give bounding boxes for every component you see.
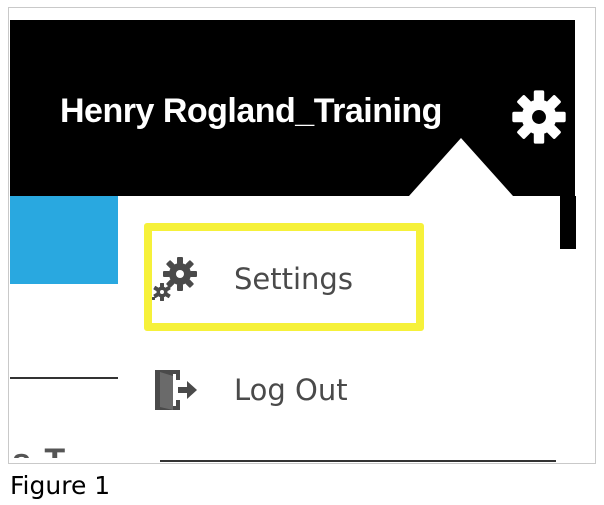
divider (10, 377, 118, 379)
dropdown-caret (409, 138, 513, 196)
figure-caption: Figure 1 (10, 471, 111, 500)
header-edge (560, 196, 576, 249)
logout-icon (150, 365, 200, 415)
account-settings-button[interactable] (510, 88, 568, 146)
sidebar-active-tab[interactable] (10, 196, 118, 284)
partial-sidebar-text: s T (12, 446, 122, 458)
menu-item-logout[interactable]: Log Out (130, 349, 420, 431)
divider (160, 460, 556, 462)
settings-highlight-box (144, 223, 424, 331)
menu-item-logout-label: Log Out (234, 373, 348, 407)
gear-icon (512, 90, 566, 144)
user-account-name[interactable]: Henry Rogland_Training (60, 92, 442, 131)
